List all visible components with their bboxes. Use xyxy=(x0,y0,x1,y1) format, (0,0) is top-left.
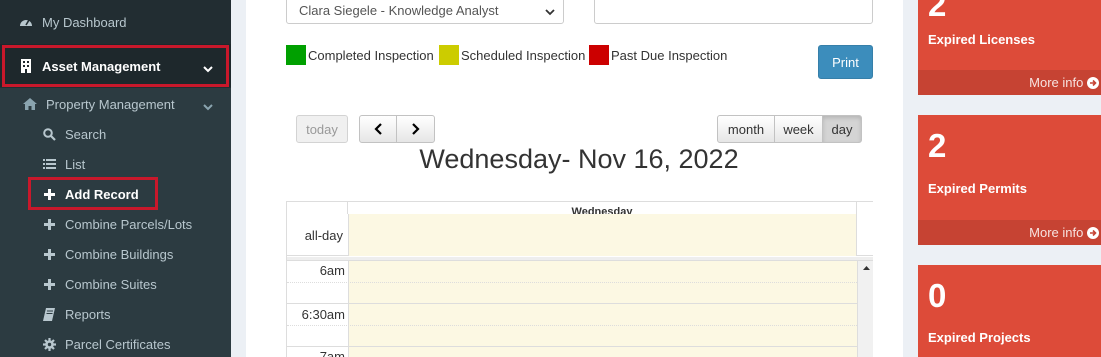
legend-label: Scheduled Inspection xyxy=(461,47,586,63)
time-label: 7am xyxy=(319,349,345,357)
sidebar-item-combine-suites[interactable]: Combine Suites xyxy=(41,276,157,292)
completed-swatch xyxy=(286,45,306,65)
expired-permits-count: 2 xyxy=(928,127,947,164)
sidebar-item-combine-buildings[interactable]: Combine Buildings xyxy=(41,246,173,262)
expired-licenses-label: Expired Licenses xyxy=(928,32,1035,47)
legend-past-due: Past Due Inspection xyxy=(589,45,727,65)
expired-licenses-box: 2 Expired Licenses More info xyxy=(918,0,1101,95)
sidebar-item-parcel-certificates[interactable]: Parcel Certificates xyxy=(41,336,170,352)
sidebar-item-search[interactable]: Search xyxy=(41,126,106,142)
plus-icon xyxy=(41,246,57,262)
day-view-button[interactable]: day xyxy=(822,115,862,143)
sidebar: My Dashboard Asset Management Property M… xyxy=(0,0,231,357)
today-button[interactable]: today xyxy=(296,115,348,143)
sidebar-item-label: Parcel Certificates xyxy=(65,336,171,352)
dashboard-icon xyxy=(18,14,34,30)
legend-scheduled: Scheduled Inspection xyxy=(439,45,585,65)
sidebar-item-label: Reports xyxy=(65,306,111,322)
hour-line xyxy=(287,303,857,304)
sidebar-item-list[interactable]: List xyxy=(41,156,85,172)
plus-icon xyxy=(41,216,57,232)
more-info-link[interactable]: More info xyxy=(918,220,1101,245)
scroll-up-icon[interactable] xyxy=(858,262,873,274)
prev-button[interactable] xyxy=(359,115,397,143)
hour-line xyxy=(287,346,857,347)
more-info-label: More info xyxy=(1029,75,1084,90)
sidebar-item-label: My Dashboard xyxy=(42,14,127,30)
calendar-grid: Wednesday all-day 6am 6:30am 7am xyxy=(286,201,873,357)
legend-completed: Completed Inspection xyxy=(286,45,434,65)
highlight-outline xyxy=(28,177,158,210)
day-column-header: Wednesday xyxy=(347,202,857,214)
highlight-outline xyxy=(2,45,229,87)
sidebar-item-label: Combine Parcels/Lots xyxy=(65,216,193,232)
sidebar-item-label: Search xyxy=(65,126,107,142)
calendar-title: Wednesday- Nov 16, 2022 xyxy=(419,144,739,174)
plus-icon xyxy=(41,276,57,292)
sidebar-item-label: Combine Suites xyxy=(65,276,157,292)
more-info-label: More info xyxy=(1029,225,1084,240)
calendar-scrollbar[interactable] xyxy=(857,261,873,357)
sidebar-item-label: Combine Buildings xyxy=(65,246,174,262)
legend-label: Past Due Inspection xyxy=(611,47,728,63)
scheduled-swatch xyxy=(439,45,459,65)
sidebar-item-dashboard[interactable]: My Dashboard xyxy=(18,14,127,30)
expired-licenses-count: 2 xyxy=(928,0,947,23)
time-grid: 6am 6:30am 7am xyxy=(287,261,873,357)
inspector-select[interactable]: Clara Siegele - Knowledge Analyst xyxy=(286,0,564,24)
expired-permits-label: Expired Permits xyxy=(928,181,1027,196)
expired-projects-count: 0 xyxy=(928,277,947,314)
book-icon xyxy=(41,306,57,322)
legend-label: Completed Inspection xyxy=(308,47,434,63)
chevron-left-icon xyxy=(373,123,382,135)
time-label: 6:30am xyxy=(301,307,345,322)
more-info-link[interactable]: More info xyxy=(918,70,1101,95)
month-view-button[interactable]: month xyxy=(717,115,775,143)
gear-icon xyxy=(41,336,57,352)
past-due-swatch xyxy=(589,45,609,65)
sidebar-item-property-management[interactable]: Property Management xyxy=(22,96,175,112)
half-hour-line xyxy=(287,282,857,283)
sidebar-item-reports[interactable]: Reports xyxy=(41,306,111,322)
gutter xyxy=(231,0,246,357)
home-icon xyxy=(22,96,38,112)
sidebar-item-label: Property Management xyxy=(46,96,175,112)
chevron-down-icon xyxy=(545,4,555,19)
print-button[interactable]: Print xyxy=(818,45,873,79)
chevron-right-icon xyxy=(412,123,420,135)
grid-corner xyxy=(856,201,873,212)
sidebar-item-label: List xyxy=(65,156,86,172)
allday-row: all-day xyxy=(287,214,873,256)
time-column-today[interactable] xyxy=(348,261,857,357)
sidebar-item-combine-parcels[interactable]: Combine Parcels/Lots xyxy=(41,216,192,232)
next-button[interactable] xyxy=(396,115,435,143)
allday-cell[interactable] xyxy=(348,214,857,256)
search-icon xyxy=(41,126,57,142)
allday-label: all-day xyxy=(304,227,343,243)
expired-permits-box: 2 Expired Permits More info xyxy=(918,115,1101,245)
arrow-circle-right-icon xyxy=(1087,77,1099,89)
filter-input[interactable] xyxy=(594,0,873,24)
inspector-select-value: Clara Siegele - Knowledge Analyst xyxy=(299,3,499,18)
list-icon xyxy=(41,156,57,172)
expired-projects-box: 0 Expired Projects xyxy=(918,265,1101,357)
expired-projects-label: Expired Projects xyxy=(928,330,1031,345)
arrow-circle-right-icon xyxy=(1087,227,1099,239)
half-hour-line xyxy=(287,325,857,326)
chevron-down-icon xyxy=(203,99,213,117)
week-view-button[interactable]: week xyxy=(774,115,823,143)
time-label: 6am xyxy=(319,263,345,278)
